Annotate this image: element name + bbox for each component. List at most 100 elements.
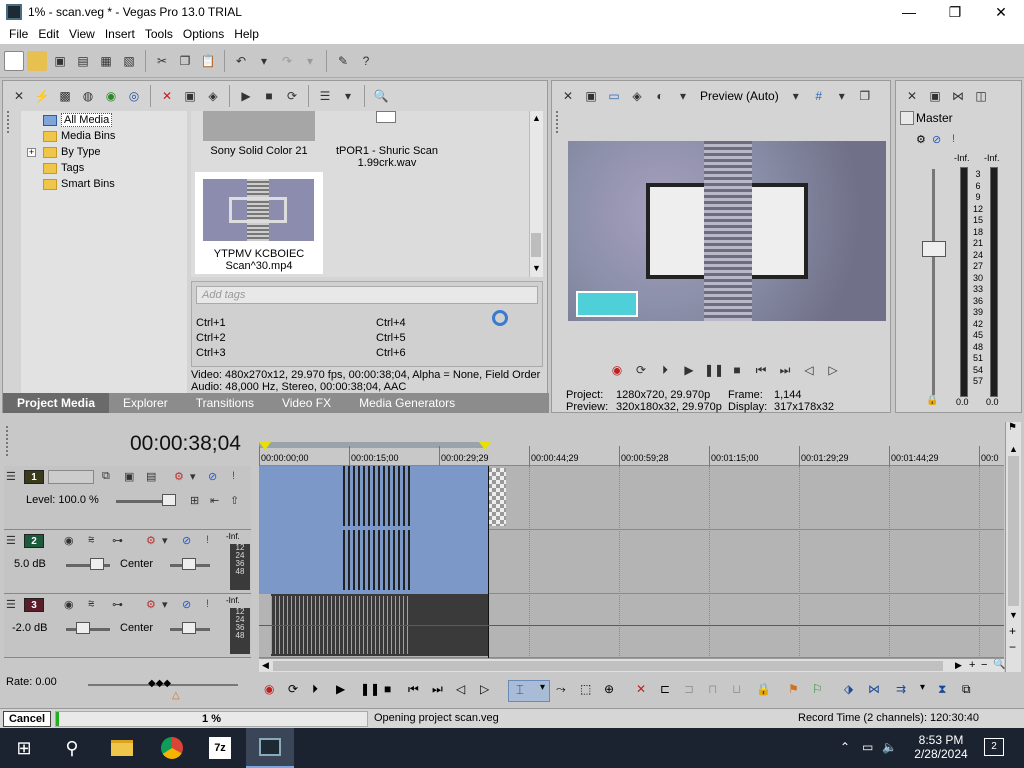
zoom-tool-icon[interactable]: ⊕ — [604, 682, 614, 696]
tab-video-fx[interactable]: Video FX — [268, 396, 345, 410]
menu-file[interactable]: File — [4, 27, 33, 41]
views-dropdown-icon[interactable]: ▾ — [338, 86, 358, 106]
edit-tool-dropdown-icon[interactable]: ▾ — [540, 682, 545, 693]
rate-slider-knob[interactable]: ◆◆◆ — [148, 678, 171, 689]
previous-frame-icon[interactable]: ◁ — [456, 682, 465, 696]
get-media-icon[interactable]: ◍ — [78, 86, 98, 106]
solo-icon[interactable]: ! — [206, 598, 209, 610]
7zip-icon[interactable]: 7z — [196, 728, 244, 768]
paste-icon[interactable]: 📋 — [198, 51, 218, 71]
track-name-field[interactable] — [48, 470, 94, 484]
panel-grip[interactable] — [6, 426, 12, 456]
zoom-out-vertical-icon[interactable]: − — [1009, 640, 1016, 654]
envelope-tool-icon[interactable]: ⤳ — [556, 682, 566, 697]
notification-center-icon[interactable]: 2 — [984, 738, 1004, 756]
external-monitor-icon[interactable]: ▭ — [604, 86, 624, 106]
web-media-icon[interactable]: ◉ — [101, 86, 121, 106]
menu-help[interactable]: Help — [229, 27, 264, 41]
play-icon[interactable]: ▶ — [680, 363, 698, 377]
tab-transitions[interactable]: Transitions — [182, 396, 268, 410]
play-preview-icon[interactable]: ▶ — [236, 86, 256, 106]
solo-icon[interactable]: ! — [206, 534, 209, 546]
scroll-thumb[interactable] — [1008, 456, 1019, 606]
scroll-down-icon[interactable]: ▼ — [1009, 610, 1018, 620]
track-list[interactable] — [259, 466, 1004, 658]
trim-end-icon[interactable]: ⊓ — [708, 682, 717, 696]
scroll-up-icon[interactable]: ▲ — [1009, 444, 1018, 454]
video-event-clip[interactable] — [259, 466, 488, 594]
play-from-start-icon[interactable]: ⏵ — [312, 682, 318, 697]
arm-for-record-icon[interactable]: ◉ — [64, 598, 74, 611]
trim-start-icon[interactable]: ⊐ — [684, 682, 694, 696]
close-panel-icon[interactable]: ✕ — [902, 86, 922, 106]
lock-event-icon[interactable]: 🔒 — [756, 682, 771, 696]
maximize-button[interactable]: ❐ — [932, 0, 978, 24]
previous-frame-icon[interactable]: ◁ — [800, 363, 818, 377]
snap-icon[interactable]: ⧉ — [962, 682, 971, 697]
solo-icon[interactable]: ! — [232, 470, 235, 482]
add-tags-input[interactable]: Add tags — [196, 286, 538, 304]
windows-start-icon[interactable]: ⊞ — [0, 728, 48, 768]
zoom-in-horizontal-icon[interactable]: + — [969, 659, 975, 671]
tree-item-media-bins[interactable]: Media Bins — [43, 128, 115, 144]
invert-phase-icon[interactable]: ⩬ — [88, 534, 94, 547]
pan-slider-knob[interactable] — [182, 558, 196, 570]
trim-icon[interactable]: ⊏ — [660, 682, 670, 696]
panel-grip[interactable] — [556, 111, 562, 133]
track-expand-icon[interactable]: ☰ — [6, 534, 16, 547]
zoom-out-horizontal-icon[interactable]: − — [981, 659, 987, 671]
new-project-icon[interactable] — [4, 50, 24, 71]
whats-this-help-icon[interactable]: ? — [356, 51, 376, 71]
next-frame-icon[interactable]: ▷ — [824, 363, 842, 377]
loop-region-bar[interactable] — [259, 442, 487, 448]
loop-end-marker[interactable] — [479, 442, 491, 450]
audio-file-icon[interactable] — [376, 111, 396, 123]
mute-icon[interactable]: ⊘ — [932, 133, 941, 146]
next-frame-icon[interactable]: ▷ — [480, 682, 489, 696]
menu-insert[interactable]: Insert — [100, 27, 140, 41]
scroll-left-icon[interactable]: ◀ — [262, 660, 269, 671]
delete-icon[interactable]: ✕ — [636, 682, 646, 696]
tree-item-tags[interactable]: Tags — [43, 160, 84, 176]
go-to-start-icon[interactable]: ⏮ — [752, 363, 770, 378]
zoom-in-vertical-icon[interactable]: + — [1009, 624, 1016, 638]
track-fx-dropdown-icon[interactable]: ▾ — [190, 470, 196, 483]
insert-region-icon[interactable]: ⚐ — [812, 682, 823, 696]
tab-project-media[interactable]: Project Media — [3, 393, 110, 413]
timeline-vertical-scrollbar[interactable]: ⚑ ▲ ▼ + − — [1005, 422, 1021, 672]
panel-grip[interactable] — [7, 111, 13, 133]
tree-item-by-type[interactable]: By Type — [43, 144, 101, 160]
stop-icon[interactable]: ■ — [384, 682, 391, 696]
cut-icon[interactable]: ✂ — [152, 51, 172, 71]
copy-icon[interactable]: ❐ — [175, 51, 195, 71]
clock[interactable]: 8:53 PM 2/28/2024 — [912, 733, 970, 761]
bypass-motion-blur-icon[interactable]: ⧉ — [102, 470, 110, 483]
record-icon[interactable]: ◉ — [608, 363, 626, 377]
close-panel-icon[interactable]: ✕ — [9, 86, 29, 106]
scroll-right-icon[interactable]: ▶ — [955, 660, 962, 671]
redo-icon[interactable]: ↷ — [277, 51, 297, 71]
track-header-audio-3[interactable]: ☰ 3 ◉ ⩬ ⊶ ⚙ ▾ ⊘ ! -2.0 dB Center -Inf. 1… — [4, 594, 251, 658]
timeline-ruler[interactable]: 00:00:00;00 00:00:15;00 00:00:29;29 00:0… — [259, 442, 1004, 466]
ignore-grouping-icon[interactable]: ⬗ — [844, 682, 853, 696]
split-dropdown-icon[interactable]: ▾ — [673, 86, 693, 106]
track-header-audio-2[interactable]: ☰ 2 ◉ ⩬ ⊶ ⚙ ▾ ⊘ ! 5.0 dB Center -Inf. 12… — [4, 530, 251, 594]
compositing-mode-icon[interactable]: ⊞ — [190, 494, 199, 507]
search-media-icon[interactable]: ◎ — [124, 86, 144, 106]
scroll-thumb[interactable] — [531, 233, 541, 257]
volume-slider-knob[interactable] — [90, 558, 104, 570]
split-screen-icon[interactable]: ◐ — [650, 86, 670, 106]
file-explorer-icon[interactable] — [98, 728, 146, 768]
record-icon[interactable]: ◉ — [264, 682, 274, 696]
properties-brush-icon[interactable]: ✎ — [333, 51, 353, 71]
cancel-button[interactable]: Cancel — [3, 711, 51, 727]
scroll-down-icon[interactable]: ▼ — [532, 263, 541, 273]
auto-crossfade-icon[interactable]: ⋈ — [868, 682, 880, 696]
menu-view[interactable]: View — [64, 27, 100, 41]
ripple-dropdown-icon[interactable]: ▾ — [920, 682, 925, 693]
mute-icon[interactable]: ⊘ — [182, 534, 191, 547]
scroll-up-icon[interactable]: ▲ — [532, 113, 541, 123]
minimize-button[interactable]: — — [886, 0, 932, 24]
media-scrollbar[interactable]: ▲ ▼ — [529, 111, 543, 277]
stop-icon[interactable]: ■ — [728, 363, 746, 377]
